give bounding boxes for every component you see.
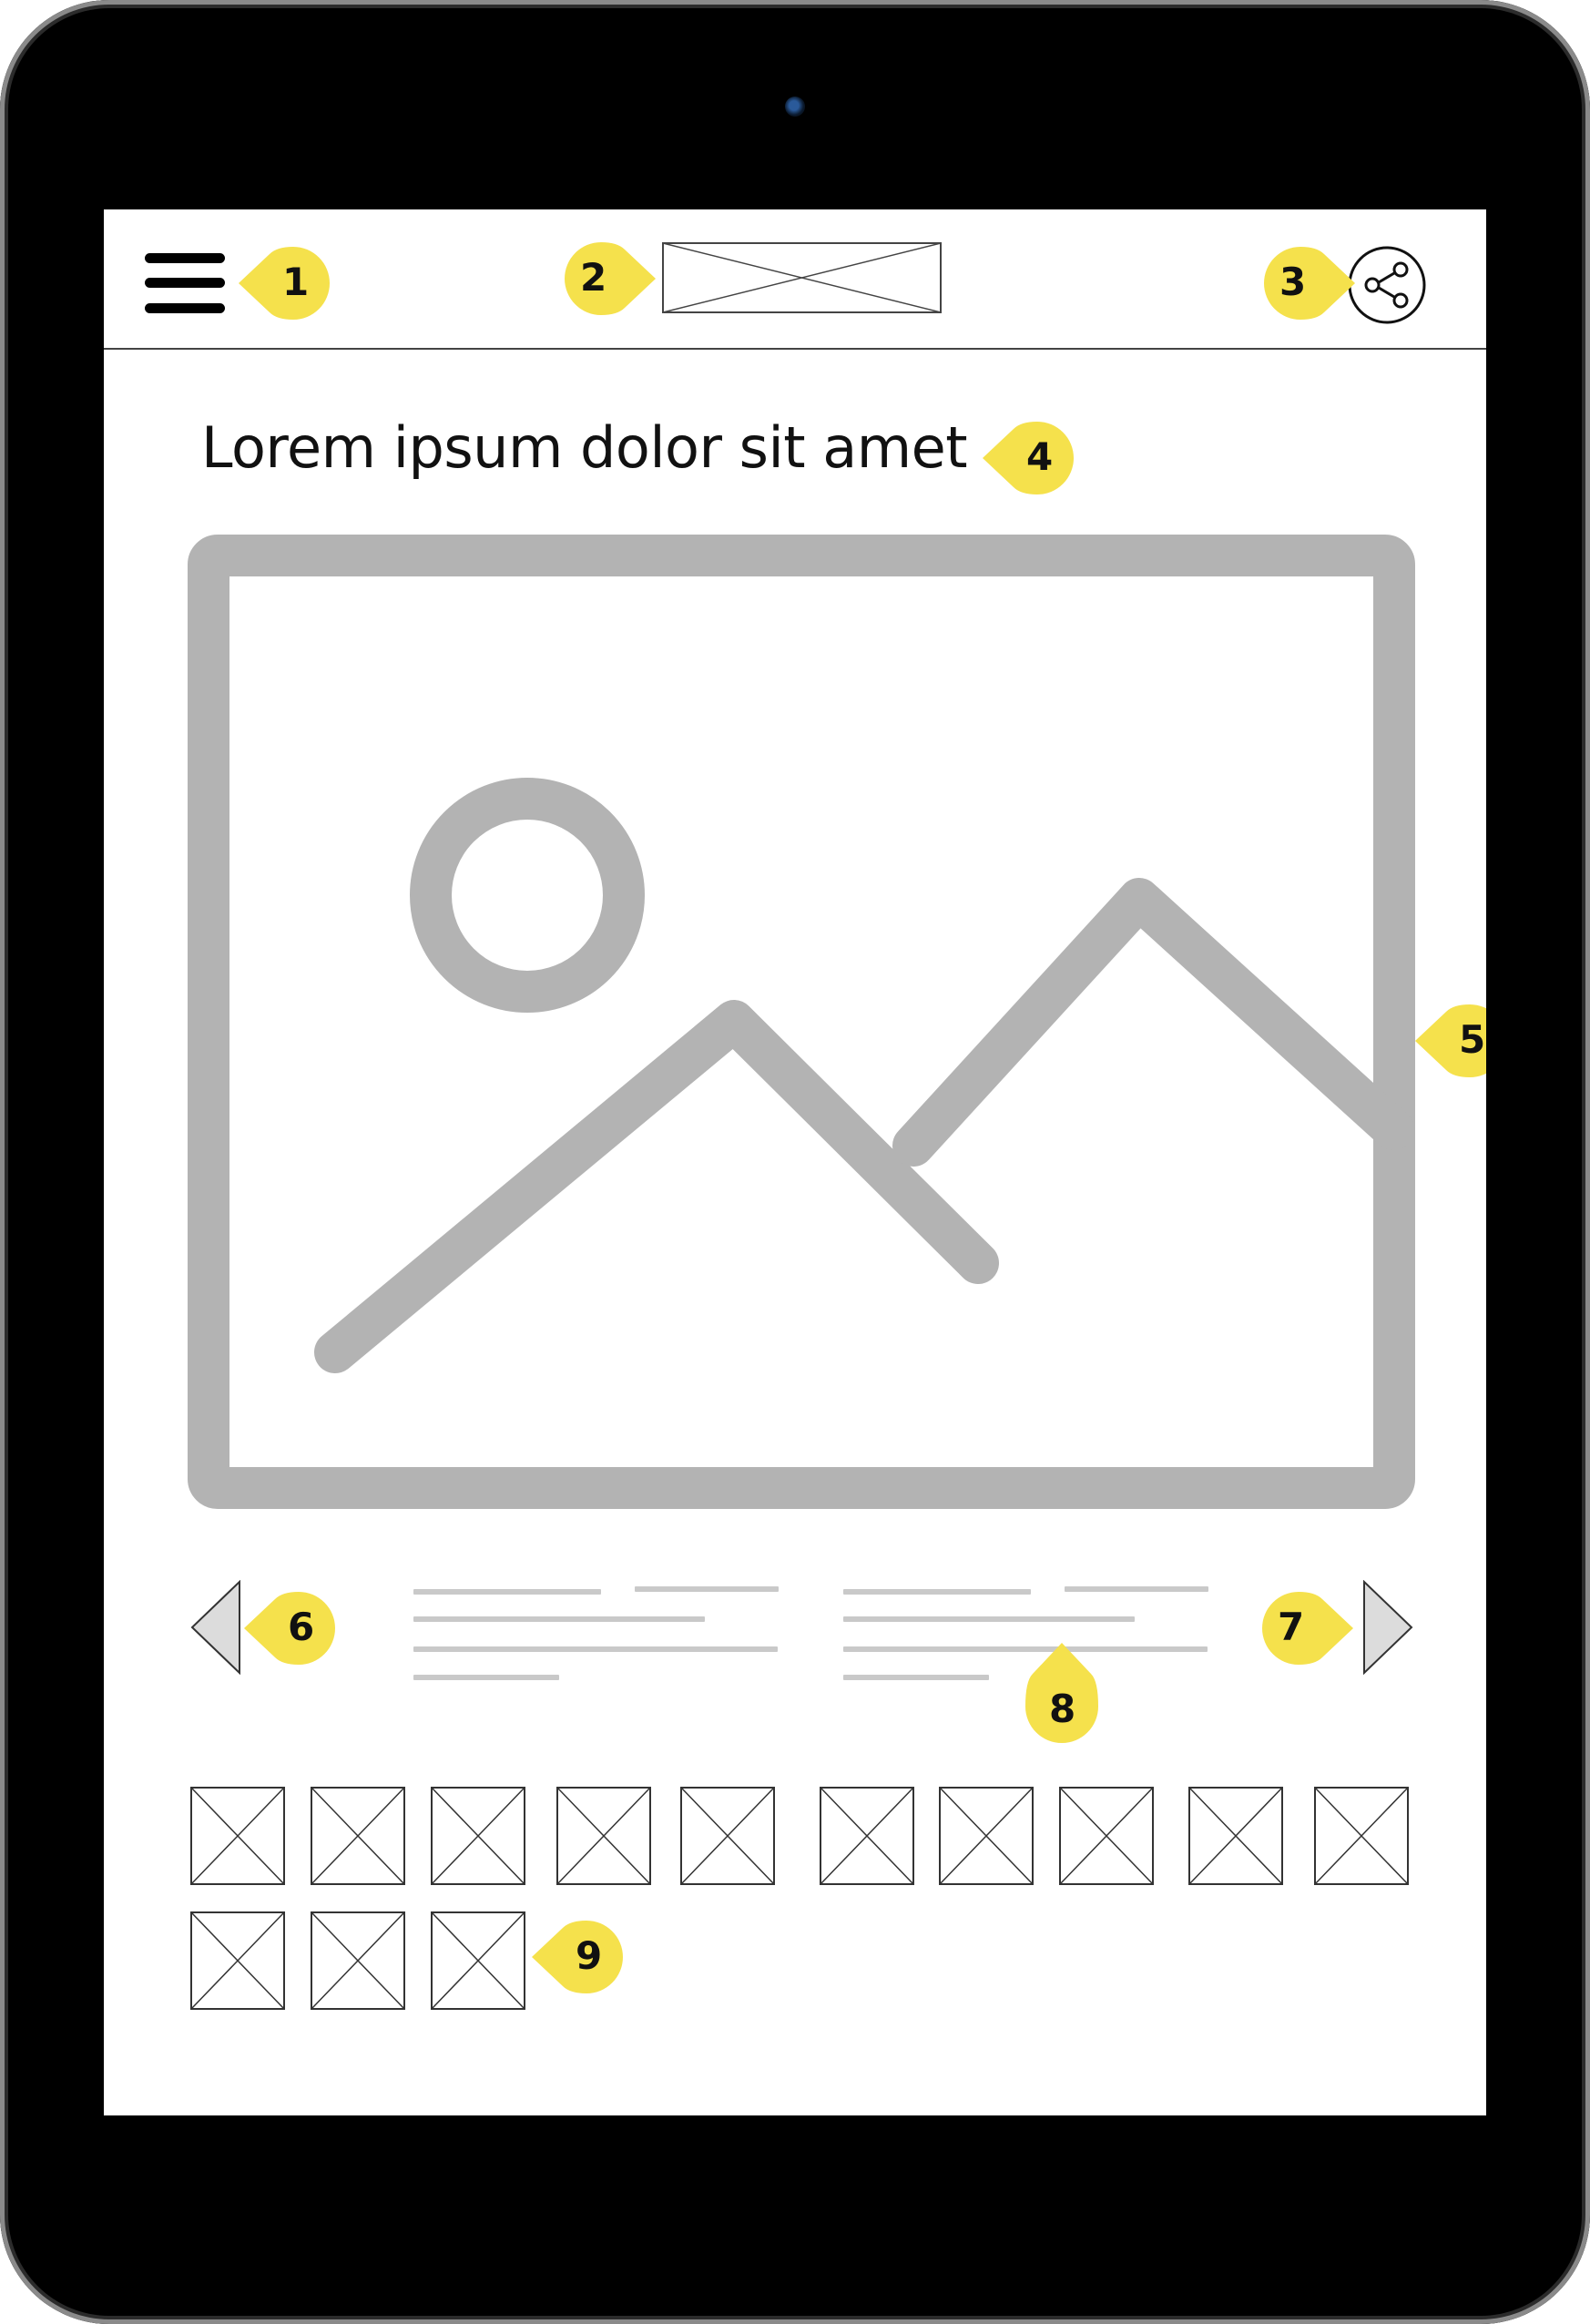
thumbnail[interactable]	[311, 1911, 405, 2010]
callout-number: 8	[1049, 1687, 1076, 1731]
logo-placeholder[interactable]	[662, 242, 942, 313]
next-arrow-icon[interactable]	[1362, 1579, 1413, 1676]
callout-number: 2	[580, 255, 607, 300]
page-title: Lorem ipsum dolor sit amet	[201, 414, 968, 481]
callout-number: 9	[576, 1933, 603, 1978]
callout-4: 4	[983, 420, 1083, 496]
thumbnail[interactable]	[1059, 1787, 1154, 1885]
thumbnail-grid: 9	[190, 1787, 1411, 2014]
thumbnail[interactable]	[680, 1787, 775, 1885]
callout-number: 6	[288, 1605, 315, 1649]
callout-6: 6	[244, 1590, 344, 1667]
hamburger-icon[interactable]	[145, 253, 225, 313]
callout-number: 1	[282, 260, 310, 304]
callout-number: 4	[1026, 434, 1054, 479]
thumbnail[interactable]	[190, 1911, 285, 2010]
callout-number: 7	[1278, 1605, 1305, 1649]
hero-image-placeholder[interactable]	[188, 535, 1415, 1509]
callout-7: 7	[1253, 1590, 1353, 1667]
callout-number: 5	[1459, 1017, 1486, 1062]
callout-8: 8	[1024, 1643, 1100, 1745]
thumbnail[interactable]	[190, 1787, 285, 1885]
share-icon[interactable]	[1348, 246, 1426, 324]
thumbnail[interactable]	[311, 1787, 405, 1885]
previous-arrow-icon[interactable]	[190, 1579, 241, 1676]
callout-1: 1	[239, 245, 339, 321]
thumbnail[interactable]	[431, 1911, 525, 2010]
thumbnail[interactable]	[820, 1787, 914, 1885]
thumbnail[interactable]	[1314, 1787, 1409, 1885]
thumbnail[interactable]	[431, 1787, 525, 1885]
tablet-frame: 1 2 3 Lorem ipsum dolor sit amet 4 5 6 8…	[0, 0, 1590, 2324]
callout-2: 2	[555, 240, 656, 317]
callout-number: 3	[1279, 260, 1307, 304]
header-bar: 1 2 3	[104, 209, 1486, 350]
camera-icon	[785, 97, 805, 117]
callout-9: 9	[532, 1919, 632, 1995]
thumbnail[interactable]	[1188, 1787, 1283, 1885]
screen: 1 2 3 Lorem ipsum dolor sit amet 4 5 6 8…	[104, 209, 1486, 2115]
callout-5: 5	[1415, 1003, 1486, 1079]
text-placeholder-lines	[412, 1580, 779, 1680]
thumbnail[interactable]	[556, 1787, 651, 1885]
callout-3: 3	[1255, 245, 1355, 321]
thumbnail[interactable]	[939, 1787, 1034, 1885]
